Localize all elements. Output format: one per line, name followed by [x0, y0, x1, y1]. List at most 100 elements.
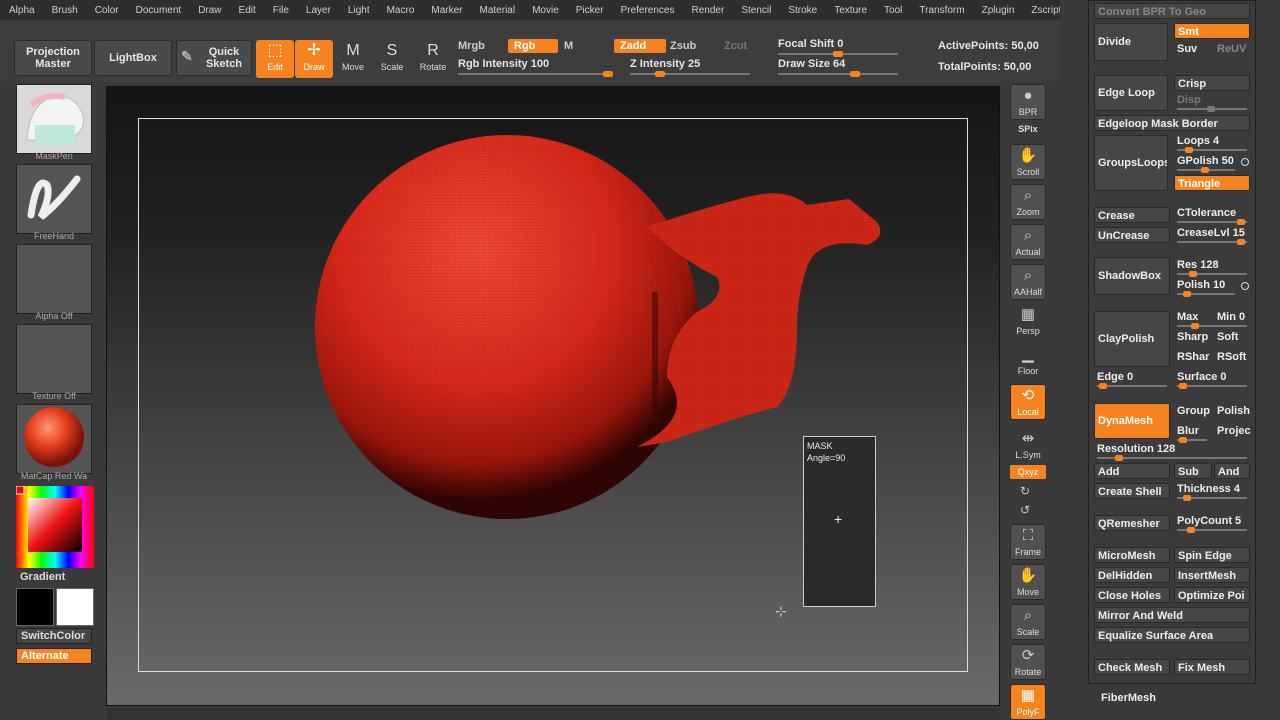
- polycount-slider-track[interactable]: [1177, 527, 1247, 533]
- blur-slider[interactable]: Blur: [1177, 425, 1199, 437]
- ctolerance-handle[interactable]: [1237, 219, 1245, 225]
- blur-handle[interactable]: [1179, 437, 1187, 443]
- actual-button[interactable]: ⌕ Actual: [1010, 224, 1046, 260]
- resolution-handle[interactable]: [1115, 455, 1123, 461]
- menu-preferences[interactable]: Preferences: [612, 5, 683, 16]
- main-color-swatch[interactable]: [16, 588, 54, 626]
- insertmesh-button[interactable]: InsertMesh: [1174, 567, 1250, 583]
- zadd-button[interactable]: Zadd: [614, 39, 666, 53]
- bpr-button[interactable]: ● BPR: [1010, 84, 1046, 120]
- bottom-tray-bar[interactable]: [106, 708, 1000, 720]
- mrgb-button[interactable]: Mrgb: [452, 39, 491, 53]
- stroke-selector[interactable]: [16, 164, 92, 234]
- menu-render[interactable]: Render: [683, 5, 733, 16]
- secondary-color-swatch[interactable]: [56, 588, 94, 626]
- alternate-button[interactable]: Alternate: [16, 648, 92, 664]
- gpolish-slider[interactable]: GPolish 50: [1177, 155, 1234, 167]
- menu-alpha[interactable]: Alpha: [0, 5, 43, 16]
- min-slider[interactable]: Min 0: [1217, 311, 1245, 323]
- crisp-toggle[interactable]: Crisp: [1174, 75, 1250, 91]
- rgb-button[interactable]: Rgb: [508, 39, 558, 53]
- suv-toggle[interactable]: Suv: [1177, 43, 1197, 55]
- smt-toggle[interactable]: Smt: [1174, 23, 1250, 39]
- loops-handle[interactable]: [1185, 147, 1193, 153]
- gradient-button[interactable]: Gradient: [16, 570, 92, 586]
- lsym-button[interactable]: ⇹ L.Sym: [1010, 428, 1046, 464]
- z-intensity-slider[interactable]: [630, 71, 750, 77]
- thickness-slider-track[interactable]: [1177, 495, 1247, 501]
- polish-slider[interactable]: Polish 10: [1177, 279, 1225, 291]
- zoom-button[interactable]: ⌕ Zoom: [1010, 184, 1046, 220]
- move-button[interactable]: ✋ Move: [1010, 564, 1046, 600]
- persp-button[interactable]: ▦ Persp: [1010, 304, 1046, 340]
- ctolerance-slider-track[interactable]: [1177, 219, 1247, 225]
- move-mode-button[interactable]: M Move: [334, 40, 372, 78]
- crease-lvl-slider[interactable]: CreaseLvl 15: [1177, 227, 1245, 239]
- scale-mode-button[interactable]: S Scale: [373, 40, 411, 78]
- menu-movie[interactable]: Movie: [523, 5, 567, 16]
- polish-slider-track[interactable]: [1177, 291, 1235, 297]
- blur-slider-track[interactable]: [1177, 437, 1207, 443]
- menu-stencil[interactable]: Stencil: [732, 5, 779, 16]
- check-mesh-button[interactable]: Check Mesh: [1094, 659, 1170, 675]
- disp-slider-track[interactable]: [1177, 106, 1247, 112]
- sub-button[interactable]: Sub: [1174, 463, 1212, 479]
- menu-material[interactable]: Material: [471, 5, 524, 16]
- edge-slider-track[interactable]: [1097, 383, 1167, 389]
- menu-layer[interactable]: Layer: [297, 5, 339, 16]
- thickness-slider[interactable]: Thickness 4: [1177, 483, 1240, 495]
- draw-size-slider[interactable]: [778, 71, 898, 77]
- draw-size-handle[interactable]: [849, 71, 860, 77]
- zcut-button[interactable]: Zcut: [718, 39, 753, 53]
- polish-ring-icon[interactable]: [1241, 282, 1249, 290]
- menu-file[interactable]: File: [264, 5, 297, 16]
- menu-stroke[interactable]: Stroke: [779, 5, 825, 16]
- claypolish-button[interactable]: ClayPolish: [1094, 311, 1170, 367]
- surface-slider[interactable]: Surface 0: [1177, 371, 1227, 383]
- draw-mode-button[interactable]: ✢ Draw: [295, 40, 333, 78]
- frame-button[interactable]: ⛶ Frame: [1010, 524, 1046, 560]
- scale-button[interactable]: ⌕ Scale: [1010, 604, 1046, 640]
- rgb-intensity-handle[interactable]: [603, 71, 613, 77]
- focal-shift-handle[interactable]: [833, 51, 843, 57]
- zsub-button[interactable]: Zsub: [664, 39, 702, 53]
- divide-button[interactable]: Divide: [1094, 23, 1168, 61]
- disp-slider[interactable]: Disp: [1177, 94, 1201, 106]
- resolution-slider-track[interactable]: [1097, 455, 1247, 461]
- sharp-slider[interactable]: Sharp: [1177, 331, 1208, 343]
- resolution-slider[interactable]: Resolution 128: [1097, 443, 1175, 455]
- group-toggle[interactable]: Group: [1177, 405, 1210, 417]
- material-selector[interactable]: [16, 404, 92, 474]
- groups-loops-button[interactable]: GroupsLoops: [1094, 135, 1168, 191]
- edge-slider[interactable]: Edge 0: [1097, 371, 1133, 383]
- polish-handle[interactable]: [1183, 291, 1191, 297]
- fibermesh-subpalette-header[interactable]: FiberMesh: [1101, 692, 1156, 704]
- scroll-button[interactable]: ✋ Scroll: [1010, 144, 1046, 180]
- quick-sketch-button[interactable]: ✎ Quick Sketch: [176, 40, 252, 76]
- menu-marker[interactable]: Marker: [422, 5, 470, 16]
- aahalf-button[interactable]: ⌕ AAHalf: [1010, 264, 1046, 300]
- close-holes-button[interactable]: Close Holes: [1094, 587, 1170, 603]
- rotate-z-icon[interactable]: ↺: [1020, 503, 1030, 517]
- edgeloop-mask-border-button[interactable]: Edgeloop Mask Border: [1094, 115, 1250, 131]
- equalize-surface-area-button[interactable]: Equalize Surface Area: [1094, 627, 1250, 643]
- rsoft-slider[interactable]: RSoft: [1217, 351, 1246, 363]
- gpolish-ring-icon[interactable]: [1241, 158, 1249, 166]
- shadowbox-button[interactable]: ShadowBox: [1094, 257, 1170, 295]
- spin-edge-button[interactable]: Spin Edge: [1174, 547, 1250, 563]
- rshar-slider[interactable]: RShar: [1177, 351, 1209, 363]
- rotate-mode-button[interactable]: R Rotate: [414, 40, 452, 78]
- max-min-slider-track[interactable]: [1177, 323, 1247, 329]
- lightbox-button[interactable]: LightBox: [94, 40, 172, 76]
- max-handle[interactable]: [1191, 323, 1199, 329]
- rgb-intensity-slider[interactable]: [458, 71, 613, 77]
- focal-shift-slider[interactable]: [778, 51, 898, 57]
- crease-lvl-handle[interactable]: [1237, 239, 1245, 245]
- menu-light[interactable]: Light: [339, 5, 378, 16]
- res-handle[interactable]: [1189, 271, 1197, 277]
- max-toggle[interactable]: Max: [1177, 311, 1198, 323]
- reuv-button[interactable]: ReUV: [1217, 43, 1246, 55]
- edge-handle[interactable]: [1099, 383, 1107, 389]
- add-button[interactable]: Add: [1094, 463, 1170, 479]
- triangle-toggle[interactable]: Triangle: [1174, 175, 1250, 191]
